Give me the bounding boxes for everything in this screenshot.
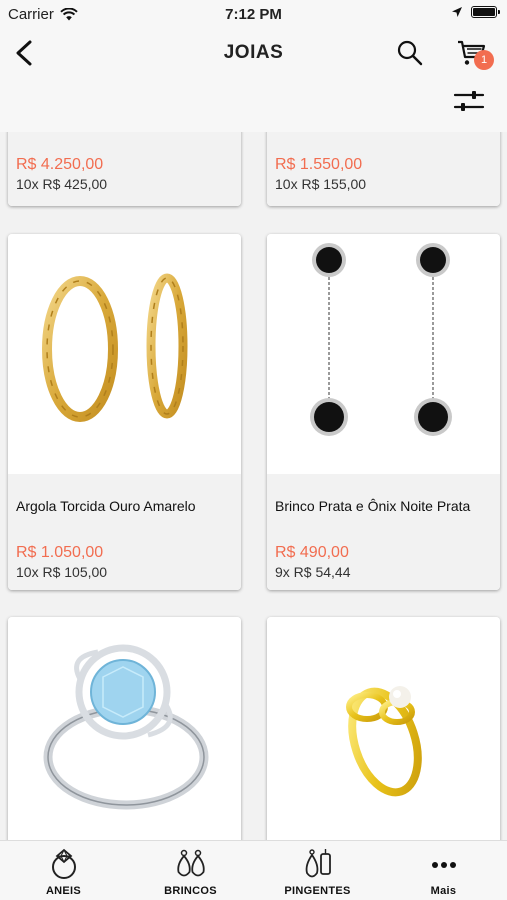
product-info: R$ 1.550,00 10x R$ 155,00 — [267, 132, 500, 206]
product-card[interactable] — [8, 617, 241, 840]
product-card[interactable] — [267, 617, 500, 840]
blue-topaz-ring-image — [43, 644, 209, 810]
tab-label: BRINCOS — [164, 885, 217, 897]
product-name: Argola Torcida Ouro Amarelo — [16, 498, 196, 514]
onyx-silver-earrings-image — [310, 243, 452, 436]
product-name: Brinco Prata e Ônix Noite Prata — [275, 498, 471, 514]
product-grid: R$ 4.250,00 10x R$ 425,00 R$ 1.550,00 10… — [0, 132, 507, 840]
filter-badge: 1 — [474, 50, 494, 70]
product-price: R$ 490,00 — [275, 544, 349, 561]
ring-icon — [51, 848, 76, 879]
product-image — [267, 617, 500, 840]
product-info: R$ 4.250,00 10x R$ 425,00 — [8, 132, 241, 206]
status-right — [451, 6, 500, 18]
product-card[interactable]: R$ 4.250,00 10x R$ 425,00 — [8, 132, 241, 206]
status-time: 7:12 PM — [225, 6, 282, 23]
pendants-icon — [305, 849, 331, 878]
page-title: JOIAS — [223, 42, 284, 63]
tab-mais[interactable]: Mais — [380, 841, 507, 900]
product-installments: 10x R$ 105,00 — [16, 564, 108, 580]
product-card[interactable]: Argola Torcida Ouro Amarelo R$ 1.050,00 … — [8, 234, 241, 590]
battery-icon — [471, 6, 500, 18]
tab-pingentes[interactable]: PINGENTES — [254, 841, 381, 900]
product-card[interactable]: R$ 1.550,00 10x R$ 155,00 — [267, 132, 500, 206]
gold-pearl-ring-image — [346, 686, 422, 797]
status-bar: Carrier 7:12 PM — [0, 0, 507, 28]
tab-brincos[interactable]: BRINCOS — [127, 841, 254, 900]
navigation-bar: JOIAS 1 — [0, 28, 507, 132]
gold-hoop-earrings-image — [42, 273, 188, 422]
product-image — [8, 234, 241, 474]
tab-label: ANEIS — [45, 885, 82, 897]
tab-bar: ANEIS BRINCOS PINGENTES Mais — [0, 840, 507, 900]
product-info: Brinco Prata e Ônix Noite Prata R$ 490,0… — [267, 474, 500, 590]
location-arrow-icon — [452, 7, 462, 17]
earrings-icon — [176, 849, 205, 877]
product-installments: 9x R$ 54,44 — [275, 564, 351, 580]
more-icon — [431, 862, 456, 868]
product-price: R$ 1.550,00 — [275, 156, 363, 173]
product-price: R$ 1.050,00 — [16, 544, 104, 561]
product-image — [8, 617, 241, 840]
tab-label: PINGENTES — [284, 885, 351, 897]
product-info: Argola Torcida Ouro Amarelo R$ 1.050,00 … — [8, 474, 241, 590]
tab-label: Mais — [430, 885, 457, 897]
product-installments: 10x R$ 155,00 — [275, 176, 367, 192]
product-price: R$ 4.250,00 — [16, 156, 104, 173]
filter-icon[interactable] — [452, 86, 486, 116]
product-image — [267, 234, 500, 474]
search-icon[interactable] — [396, 39, 424, 67]
tab-aneis[interactable]: ANEIS — [0, 841, 127, 900]
product-installments: 10x R$ 425,00 — [16, 176, 108, 192]
product-card[interactable]: Brinco Prata e Ônix Noite Prata R$ 490,0… — [267, 234, 500, 590]
